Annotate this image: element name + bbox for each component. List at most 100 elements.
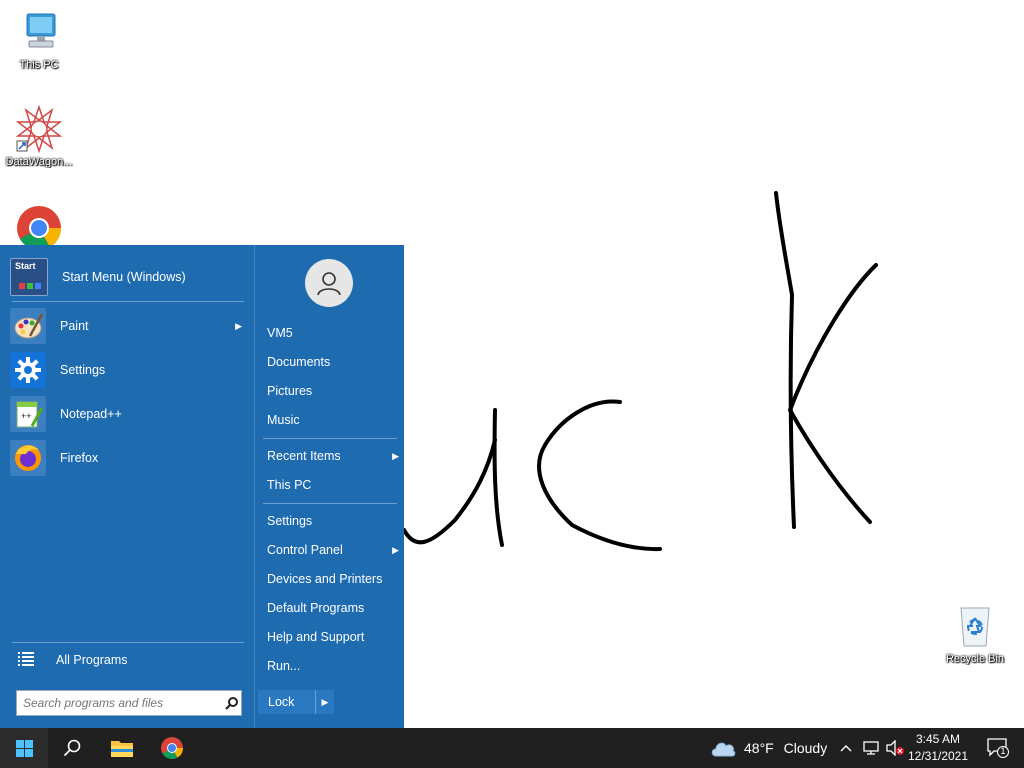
weather-temp: 48°F: [744, 740, 774, 756]
right-item-this-pc[interactable]: This PC: [267, 474, 395, 496]
right-item-label: Settings: [267, 514, 313, 528]
right-item-default-programs[interactable]: Default Programs: [267, 597, 395, 619]
search-icon: [63, 739, 81, 757]
taskbar-file-explorer[interactable]: [98, 728, 146, 768]
chevron-up-icon: [840, 745, 852, 752]
drawing-stroke: [788, 263, 878, 524]
datawagon-icon: [15, 104, 63, 154]
all-programs-label: All Programs: [56, 653, 128, 667]
program-label: Settings: [60, 363, 106, 377]
taskbar: 48°F Cloudy 3:45 AM 12/31/2021 1: [0, 728, 1024, 768]
drawing-stroke: [402, 438, 497, 545]
start-menu: Start Start Menu (Windows) Paint ▶ Setti…: [0, 245, 404, 728]
list-icon: [18, 651, 38, 669]
network-icon: [863, 741, 879, 755]
lock-label: Lock: [268, 695, 295, 709]
drawing-stroke: [537, 399, 662, 552]
all-programs-button[interactable]: All Programs: [10, 640, 244, 680]
desktop-icon-label: Recycle Bin: [945, 653, 1005, 665]
right-item-control-panel[interactable]: Control Panel ▶: [267, 539, 399, 561]
submenu-arrow-icon: ▶: [392, 451, 399, 461]
program-firefox[interactable]: Firefox: [10, 438, 244, 478]
right-item-pictures[interactable]: Pictures: [267, 380, 395, 402]
start-menu-title: Start Menu (Windows): [62, 270, 186, 284]
right-item-label: Help and Support: [267, 630, 365, 644]
program-label: Notepad++: [60, 407, 122, 421]
right-item-documents[interactable]: Documents: [267, 351, 395, 373]
program-label: Paint: [60, 319, 89, 333]
right-item-music[interactable]: Music: [267, 409, 395, 431]
right-item-label: Music: [267, 413, 300, 427]
search-icon[interactable]: [221, 696, 241, 710]
start-icon-text: Start: [15, 261, 36, 271]
svg-text:++: ++: [21, 411, 32, 421]
right-item-label: Recent Items: [267, 449, 341, 463]
volume-muted-icon: [886, 740, 904, 756]
computer-icon: [15, 8, 63, 56]
gear-icon: [10, 352, 46, 388]
chrome-icon: [161, 737, 183, 759]
submenu-arrow-icon: ▶: [392, 545, 399, 555]
notepad-plus-plus-icon: ++: [10, 396, 46, 432]
avatar[interactable]: [305, 259, 353, 307]
program-settings[interactable]: Settings: [10, 350, 244, 390]
right-item-label: Devices and Printers: [267, 572, 383, 586]
windows-logo-icon: [15, 739, 33, 757]
drawing-stroke: [492, 408, 504, 547]
network-status-button[interactable]: [860, 728, 882, 768]
search-box[interactable]: [16, 690, 242, 716]
right-item-run[interactable]: Run...: [267, 655, 395, 677]
desktop-icon-label: DataWagon...: [5, 156, 73, 168]
right-item-help-and-support[interactable]: Help and Support: [267, 626, 395, 648]
paint-icon: [10, 308, 46, 344]
classic-shell-icon: Start: [10, 258, 48, 296]
program-paint[interactable]: Paint ▶: [10, 306, 244, 346]
taskbar-search-button[interactable]: [48, 728, 96, 768]
right-item-devices-and-printers[interactable]: Devices and Printers: [267, 568, 395, 590]
start-menu-right-pane: VM5 Documents Pictures Music Recent Item…: [254, 245, 405, 728]
clock-date: 12/31/2021: [907, 749, 969, 763]
program-label: Firefox: [60, 451, 99, 465]
lock-button[interactable]: Lock ▶: [258, 690, 334, 714]
recycle-bin-icon: [951, 602, 999, 650]
right-item-settings[interactable]: Settings: [267, 510, 395, 532]
desktop-icon-label: This PC: [19, 59, 59, 71]
weather-widget[interactable]: 48°F Cloudy: [710, 728, 830, 768]
desktop-icon-recycle-bin[interactable]: Recycle Bin: [936, 602, 1014, 665]
volume-button[interactable]: [884, 728, 906, 768]
program-notepad-plus-plus[interactable]: ++ Notepad++: [10, 394, 244, 434]
clock[interactable]: 3:45 AM 12/31/2021: [906, 731, 970, 765]
notification-count: 1: [1000, 746, 1006, 756]
divider: [263, 438, 397, 439]
taskbar-chrome[interactable]: [148, 728, 196, 768]
notification-center-button[interactable]: 1: [978, 728, 1018, 768]
divider: [263, 503, 397, 504]
divider: [12, 301, 244, 302]
desktop-icon-this-pc[interactable]: This PC: [0, 8, 78, 71]
right-item-label: Control Panel: [267, 543, 343, 557]
cloud-icon: [711, 742, 736, 757]
right-item-label: Run...: [267, 659, 301, 673]
submenu-arrow-icon: ▶: [235, 320, 242, 331]
desktop-icon-datawagon[interactable]: DataWagon...: [0, 104, 78, 168]
user-icon: [317, 272, 341, 296]
search-input[interactable]: [21, 692, 221, 714]
start-menu-left-pane: Start Start Menu (Windows) Paint ▶ Setti…: [0, 245, 254, 728]
firefox-icon: [10, 440, 46, 476]
clock-time: 3:45 AM: [915, 732, 961, 746]
right-item-label: Default Programs: [267, 601, 365, 615]
right-item-user[interactable]: VM5: [267, 322, 395, 344]
drawing-stroke: [774, 191, 796, 529]
lock-options-arrow-icon[interactable]: ▶: [315, 690, 334, 714]
right-item-label: Documents: [267, 355, 331, 369]
folder-icon: [111, 741, 133, 757]
start-menu-header[interactable]: Start Start Menu (Windows): [10, 257, 244, 297]
right-item-label: Pictures: [267, 384, 313, 398]
right-item-label: This PC: [267, 478, 312, 492]
start-button[interactable]: [0, 728, 48, 768]
show-hidden-icons-button[interactable]: [836, 728, 856, 768]
weather-text: 48°F Cloudy: [744, 740, 827, 756]
weather-condition: Cloudy: [783, 740, 828, 756]
user-name: VM5: [267, 326, 293, 340]
right-item-recent-items[interactable]: Recent Items ▶: [267, 445, 399, 467]
